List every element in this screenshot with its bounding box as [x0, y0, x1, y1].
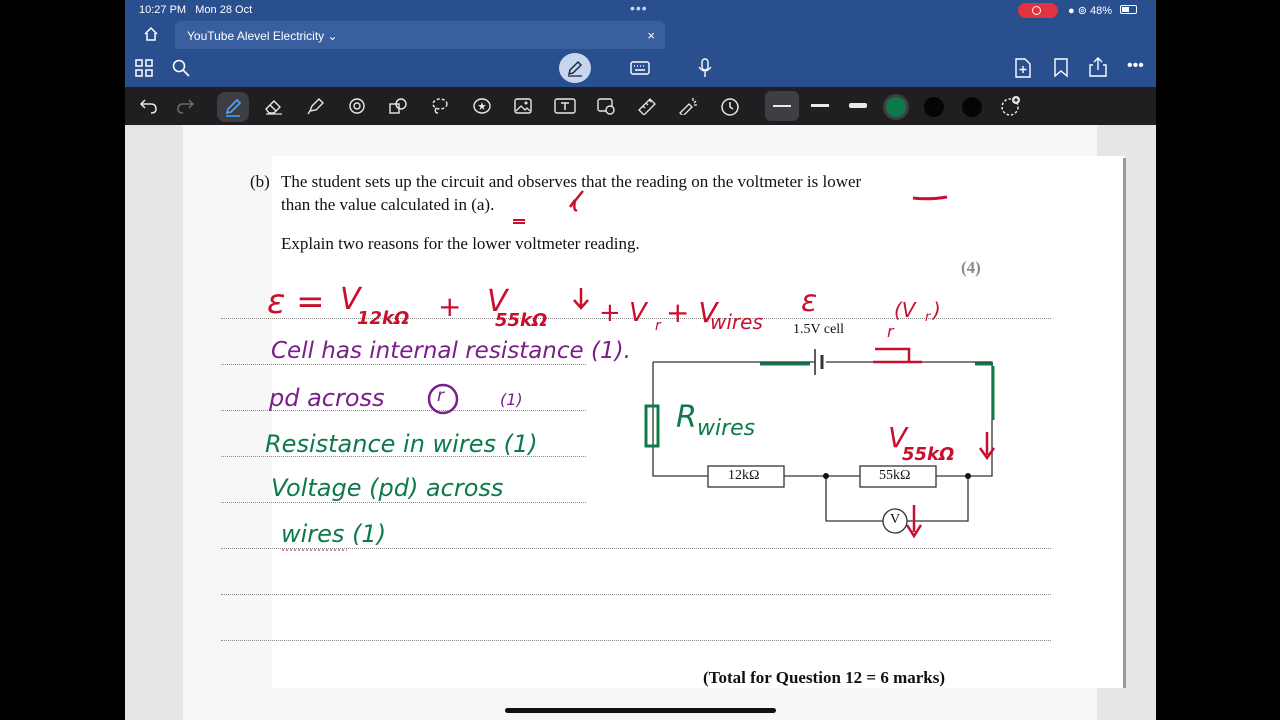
handwritten-pd-across: pd across: [269, 384, 385, 412]
handwritten-wires-mark: wires (1): [281, 520, 387, 548]
handwritten-vr-bracket: (V: [894, 298, 916, 322]
handwritten-r-wires: R: [676, 400, 697, 435]
home-indicator[interactable]: [505, 708, 776, 713]
voltmeter-label: V: [890, 512, 901, 527]
handwritten-v2-subscript: 55kΩ: [495, 310, 548, 331]
handwritten-r-wires-subscript: wires: [697, 416, 756, 441]
junction-dot: [823, 473, 829, 479]
junction-dot: [965, 473, 971, 479]
handwritten-r-circled: r: [437, 386, 444, 406]
handwritten-plus-1: +: [438, 290, 462, 323]
handwritten-voltage-across: Voltage (pd) across: [271, 474, 504, 502]
handwritten-resistance-wires: Resistance in wires (1): [265, 430, 538, 458]
handwritten-epsilon: ε: [801, 284, 818, 319]
ipad-screen: 10:27 PM Mon 28 Oct ••• ● ⊚ 48% YouTube …: [125, 0, 1156, 720]
handwritten-epsilon-equals: ε =: [267, 282, 325, 322]
handwritten-v55-subscript: 55kΩ: [902, 444, 955, 465]
handwritten-r-mark: r: [887, 322, 894, 341]
resistor-55k-label: 55kΩ: [879, 468, 911, 483]
handwritten-plus-vr: + V: [599, 298, 647, 328]
handwritten-vr-bracket-close: ): [933, 298, 941, 322]
handwritten-mark-2: (1): [500, 390, 523, 409]
cell-label: 1.5V cell: [793, 322, 845, 337]
handwritten-vr-subscript: r: [655, 318, 661, 334]
handwritten-vr-bracket-sub: r: [925, 310, 931, 325]
handwritten-v1-subscript: 12kΩ: [357, 308, 410, 329]
resistor-12k-label: 12kΩ: [728, 468, 760, 483]
handwritten-internal-resistance: Cell has internal resistance (1).: [271, 338, 631, 364]
handwritten-wires-subscript: wires: [710, 310, 763, 334]
